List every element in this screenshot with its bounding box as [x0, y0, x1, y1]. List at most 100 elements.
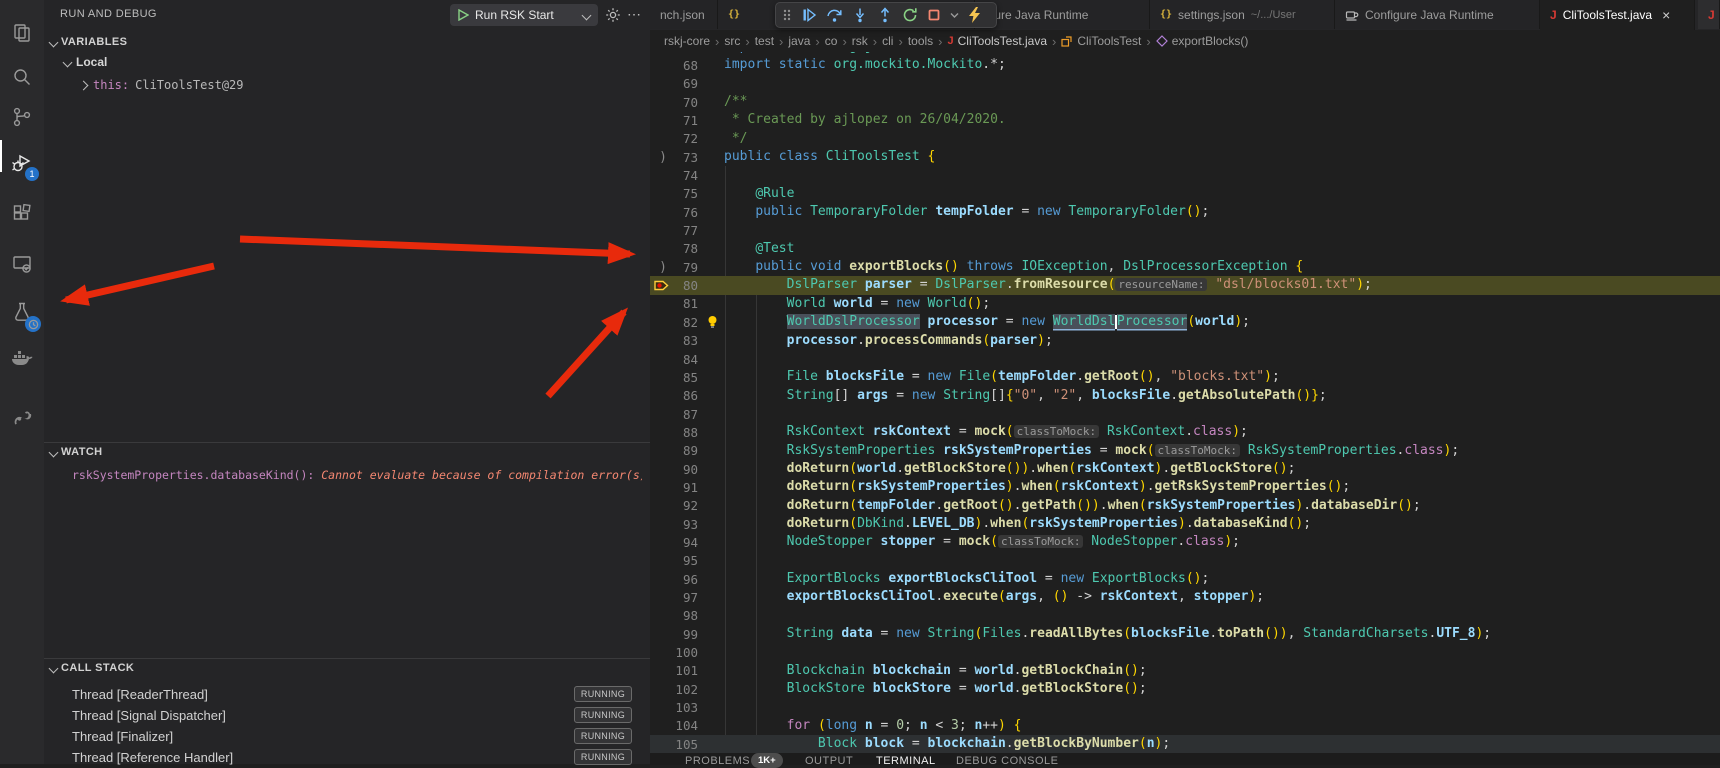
call-stack-thread[interactable]: Thread [Reference Handler]RUNNING — [44, 747, 650, 768]
code-line-94[interactable]: 94 NodeStopper stopper = mock(classToMoc… — [650, 533, 1720, 551]
line-number[interactable]: 75 — [672, 186, 698, 201]
panel-tab-output[interactable]: OUTPUT — [805, 755, 853, 767]
step-over-button[interactable] — [826, 7, 843, 23]
code-line-86[interactable]: 86 String[] args = new String[]{"0", "2"… — [650, 387, 1720, 405]
activity-bar-item-testing[interactable] — [0, 292, 44, 332]
line-number[interactable]: 84 — [672, 352, 698, 367]
code-line-93[interactable]: 93 doReturn(DbKind.LEVEL_DB).when(rskSys… — [650, 515, 1720, 533]
code-line-83[interactable]: 83 processor.processCommands(parser); — [650, 332, 1720, 350]
editor-tab-settings-json[interactable]: {}settings.json~/.../User — [1150, 0, 1335, 29]
line-number[interactable]: 103 — [672, 700, 698, 715]
line-number[interactable]: 80 — [672, 278, 698, 293]
editor-tab-clitoolstest-java[interactable]: JCliToolsTest.java× — [1540, 0, 1695, 30]
line-number[interactable]: 102 — [672, 682, 698, 697]
line-number[interactable]: 89 — [672, 443, 698, 458]
lightbulb-icon[interactable] — [706, 315, 724, 329]
fold-marker[interactable]: ) — [654, 260, 672, 275]
restart-button[interactable] — [902, 7, 918, 23]
line-number[interactable]: 88 — [672, 425, 698, 440]
code-line-99[interactable]: 99 String data = new String(Files.readAl… — [650, 625, 1720, 643]
code-line-82[interactable]: 82 WorldDslProcessor processor = new Wor… — [650, 313, 1720, 331]
call-stack-thread[interactable]: Thread [Finalizer]RUNNING — [44, 726, 650, 747]
line-number[interactable]: 104 — [672, 718, 698, 733]
breadcrumb-item[interactable]: rsk — [852, 34, 868, 48]
panel-tab-debug-console[interactable]: DEBUG CONSOLE — [956, 755, 1058, 767]
more-actions-icon[interactable]: ⋯ — [627, 6, 641, 23]
line-number[interactable]: 70 — [672, 95, 698, 110]
breadcrumb-item[interactable]: exportBlocks() — [1156, 34, 1249, 48]
code-line-98[interactable]: 98 — [650, 607, 1720, 625]
code-line-69[interactable]: 69 — [650, 75, 1720, 93]
line-number[interactable]: 77 — [672, 223, 698, 238]
line-number[interactable]: 82 — [672, 315, 698, 330]
code-line-96[interactable]: 96 ExportBlocks exportBlocksCliTool = ne… — [650, 570, 1720, 588]
code-line-85[interactable]: 85 File blocksFile = new File(tempFolder… — [650, 368, 1720, 386]
activity-bar-item-extensions[interactable] — [0, 194, 44, 234]
line-number[interactable]: 93 — [672, 517, 698, 532]
code-line-70[interactable]: 70/** — [650, 93, 1720, 111]
variable-this-row[interactable]: this: CliToolsTest@29 — [80, 78, 244, 92]
breadcrumb-item[interactable]: co — [825, 34, 838, 48]
watch-expression-row[interactable]: rskSystemProperties.databaseKind(): Cann… — [72, 468, 642, 482]
continue-button[interactable] — [801, 7, 817, 23]
line-number[interactable]: 87 — [672, 407, 698, 422]
code-line-89[interactable]: 89 RskSystemProperties rskSystemProperti… — [650, 442, 1720, 460]
code-line-101[interactable]: 101 Blockchain blockchain = world.getBlo… — [650, 662, 1720, 680]
call-stack-thread[interactable]: Thread [Signal Dispatcher]RUNNING — [44, 705, 650, 726]
panel-tab-terminal[interactable]: TERMINAL — [876, 755, 936, 767]
code-line-76[interactable]: 76 public TemporaryFolder tempFolder = n… — [650, 203, 1720, 221]
line-number[interactable]: 91 — [672, 480, 698, 495]
line-number[interactable]: 97 — [672, 590, 698, 605]
line-number[interactable]: 69 — [672, 76, 698, 91]
call-stack-section-header[interactable]: CALL STACK — [50, 662, 134, 674]
line-number[interactable]: 78 — [672, 241, 698, 256]
line-number[interactable]: 71 — [672, 113, 698, 128]
step-into-button[interactable] — [852, 7, 868, 23]
code-line-95[interactable]: 95 — [650, 552, 1720, 570]
line-number[interactable]: 83 — [672, 333, 698, 348]
debug-current-line-icon[interactable] — [654, 279, 672, 292]
code-line-105[interactable]: 105 Block block = blockchain.getBlockByN… — [650, 735, 1720, 753]
editor-tab[interactable]: J — [1698, 0, 1720, 29]
breadcrumb-item[interactable]: src — [724, 34, 740, 48]
line-number[interactable]: 81 — [672, 296, 698, 311]
editor-tab-igure-java-runtime[interactable]: igure Java Runtime — [975, 0, 1150, 29]
activity-bar-item-source-control[interactable] — [0, 97, 44, 137]
line-number[interactable]: 73 — [672, 150, 698, 165]
line-number[interactable]: 105 — [672, 737, 698, 752]
breadcrumb-item[interactable]: rskj-core — [664, 34, 710, 48]
code-line-90[interactable]: 90 doReturn(world.getBlockStore()).when(… — [650, 460, 1720, 478]
code-line-100[interactable]: 100 — [650, 643, 1720, 661]
line-number[interactable]: 86 — [672, 388, 698, 403]
code-line-87[interactable]: 87 — [650, 405, 1720, 423]
fold-marker[interactable]: ) — [654, 150, 672, 165]
line-number[interactable]: 90 — [672, 462, 698, 477]
code-line-68[interactable]: 68import static org.mockito.Mockito.*; — [650, 56, 1720, 74]
activity-bar-item-explorer[interactable] — [0, 13, 44, 53]
line-number[interactable]: 100 — [672, 645, 698, 660]
code-line-102[interactable]: 102 BlockStore blockStore = world.getBlo… — [650, 680, 1720, 698]
line-number[interactable]: 85 — [672, 370, 698, 385]
step-out-button[interactable] — [877, 7, 893, 23]
line-number[interactable]: 95 — [672, 553, 698, 568]
code-line-97[interactable]: 97 exportBlocksCliTool.execute(args, () … — [650, 588, 1720, 606]
activity-bar-item-remote-explorer[interactable] — [0, 244, 44, 284]
code-line-74[interactable]: 74 — [650, 166, 1720, 184]
editor-tab-nch-json[interactable]: nch.json — [650, 0, 718, 29]
breadcrumb-item[interactable]: JCliToolsTest.java — [948, 34, 1048, 48]
code-line-72[interactable]: 72 */ — [650, 130, 1720, 148]
code-editor[interactable]: 67import static org.junit.Assert.*;68imp… — [650, 38, 1720, 753]
watch-section-header[interactable]: WATCH — [50, 446, 103, 458]
code-line-75[interactable]: 75 @Rule — [650, 185, 1720, 203]
breadcrumb-item[interactable]: test — [755, 34, 774, 48]
code-line-78[interactable]: 78 @Test — [650, 240, 1720, 258]
gear-icon[interactable] — [605, 7, 621, 23]
line-number[interactable]: 94 — [672, 535, 698, 550]
code-line-84[interactable]: 84 — [650, 350, 1720, 368]
line-number[interactable]: 79 — [672, 260, 698, 275]
code-line-79[interactable]: )79 public void exportBlocks() throws IO… — [650, 258, 1720, 276]
drag-grip-button[interactable] — [782, 7, 792, 23]
code-line-92[interactable]: 92 doReturn(tempFolder.getRoot().getPath… — [650, 497, 1720, 515]
breadcrumb-item[interactable]: tools — [908, 34, 933, 48]
close-icon[interactable]: × — [1662, 7, 1670, 23]
